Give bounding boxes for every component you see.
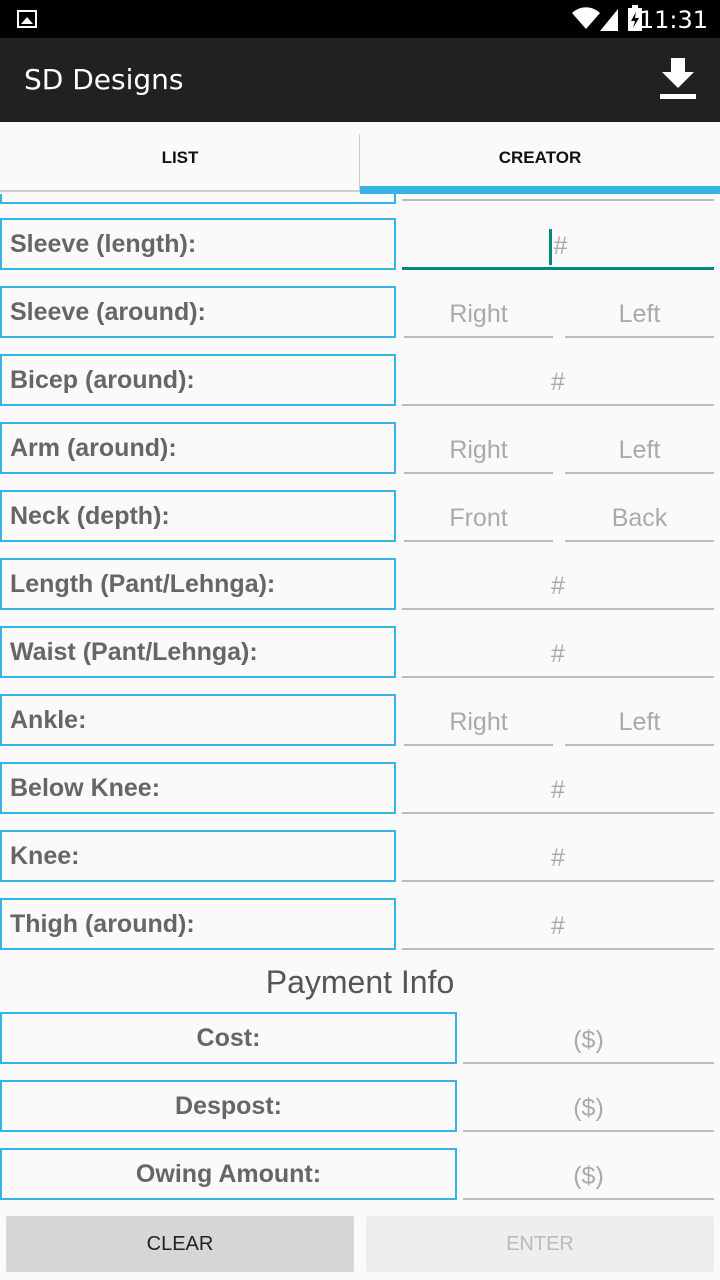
measurement-row: Sleeve (around): Right Left — [0, 286, 720, 340]
measurement-label: Sleeve (length): — [0, 218, 396, 270]
measurement-label: Waist (Pant/Lehnga): — [0, 626, 396, 678]
measurement-label: Sleeve (around): — [0, 286, 396, 338]
clock: 11:31 — [638, 6, 708, 34]
payment-row: Despost: ($) — [0, 1080, 720, 1134]
measurement-label: Bicep (around): — [0, 354, 396, 406]
measurement-label: Arm (around): — [0, 422, 396, 474]
text-cursor — [548, 229, 552, 266]
measurement-label: Neck (depth): — [0, 490, 396, 542]
measurement-row: Below Knee: # — [0, 762, 720, 816]
sleeve-length-input[interactable]: # — [402, 218, 714, 270]
measurement-row: Knee: # — [0, 830, 720, 884]
creator-form[interactable]: Sleeve (length): # Sleeve (around): Righ… — [0, 194, 720, 1210]
sleeve-around-right-input[interactable]: Right — [404, 286, 553, 338]
thigh-input[interactable]: # — [402, 898, 714, 950]
measurement-label: Knee: — [0, 830, 396, 882]
tab-selected-indicator — [360, 186, 720, 194]
measurement-row: Thigh (around): # — [0, 898, 720, 952]
measurement-label: Ankle: — [0, 694, 396, 746]
measurement-row: Ankle: Right Left — [0, 694, 720, 748]
payment-label: Despost: — [0, 1080, 457, 1132]
partial-label-box — [0, 194, 396, 204]
measurement-row: Bicep (around): # — [0, 354, 720, 408]
neck-front-input[interactable]: Front — [404, 490, 553, 542]
download-icon[interactable] — [658, 58, 698, 100]
measurement-label: Length (Pant/Lehnga): — [0, 558, 396, 610]
arm-left-input[interactable]: Left — [565, 422, 714, 474]
payment-info-heading: Payment Info — [265, 964, 455, 1000]
measurement-row: Length (Pant/Lehnga): # — [0, 558, 720, 612]
enter-button[interactable]: ENTER — [366, 1216, 714, 1272]
payment-label: Owing Amount: — [0, 1148, 457, 1200]
tab-bar: LIST CREATOR — [0, 122, 720, 194]
deposit-input[interactable]: ($) — [463, 1080, 714, 1132]
below-knee-input[interactable]: # — [402, 762, 714, 814]
owing-amount-input[interactable]: ($) — [463, 1148, 714, 1200]
cost-input[interactable]: ($) — [463, 1012, 714, 1064]
ankle-left-input[interactable]: Left — [565, 694, 714, 746]
payment-label: Cost: — [0, 1012, 457, 1064]
tab-list[interactable]: LIST — [0, 122, 360, 194]
measurement-row: Waist (Pant/Lehnga): # — [0, 626, 720, 680]
neck-back-input[interactable]: Back — [565, 490, 714, 542]
status-bar: 11:31 — [0, 0, 720, 38]
image-notification-icon — [17, 10, 37, 28]
length-input[interactable]: # — [402, 558, 714, 610]
tab-creator[interactable]: CREATOR — [360, 122, 720, 194]
ankle-right-input[interactable]: Right — [404, 694, 553, 746]
payment-row: Cost: ($) — [0, 1012, 720, 1066]
arm-right-input[interactable]: Right — [404, 422, 553, 474]
partial-input-line — [402, 199, 714, 201]
tab-baseline — [0, 190, 360, 192]
measurement-label: Thigh (around): — [0, 898, 396, 950]
sleeve-around-left-input[interactable]: Left — [565, 286, 714, 338]
payment-row: Owing Amount: ($) — [0, 1148, 720, 1202]
knee-input[interactable]: # — [402, 830, 714, 882]
field-placeholder: # — [553, 232, 568, 260]
clear-button[interactable]: CLEAR — [6, 1216, 354, 1272]
app-title: SD Designs — [24, 63, 184, 96]
measurement-row: Arm (around): Right Left — [0, 422, 720, 476]
bicep-input[interactable]: # — [402, 354, 714, 406]
measurement-row: Neck (depth): Front Back — [0, 490, 720, 544]
measurement-row: Sleeve (length): # — [0, 218, 720, 272]
signal-icon — [600, 9, 618, 31]
waist-input[interactable]: # — [402, 626, 714, 678]
measurement-label: Below Knee: — [0, 762, 396, 814]
wifi-icon — [572, 7, 600, 30]
app-bar: SD Designs — [0, 38, 720, 122]
